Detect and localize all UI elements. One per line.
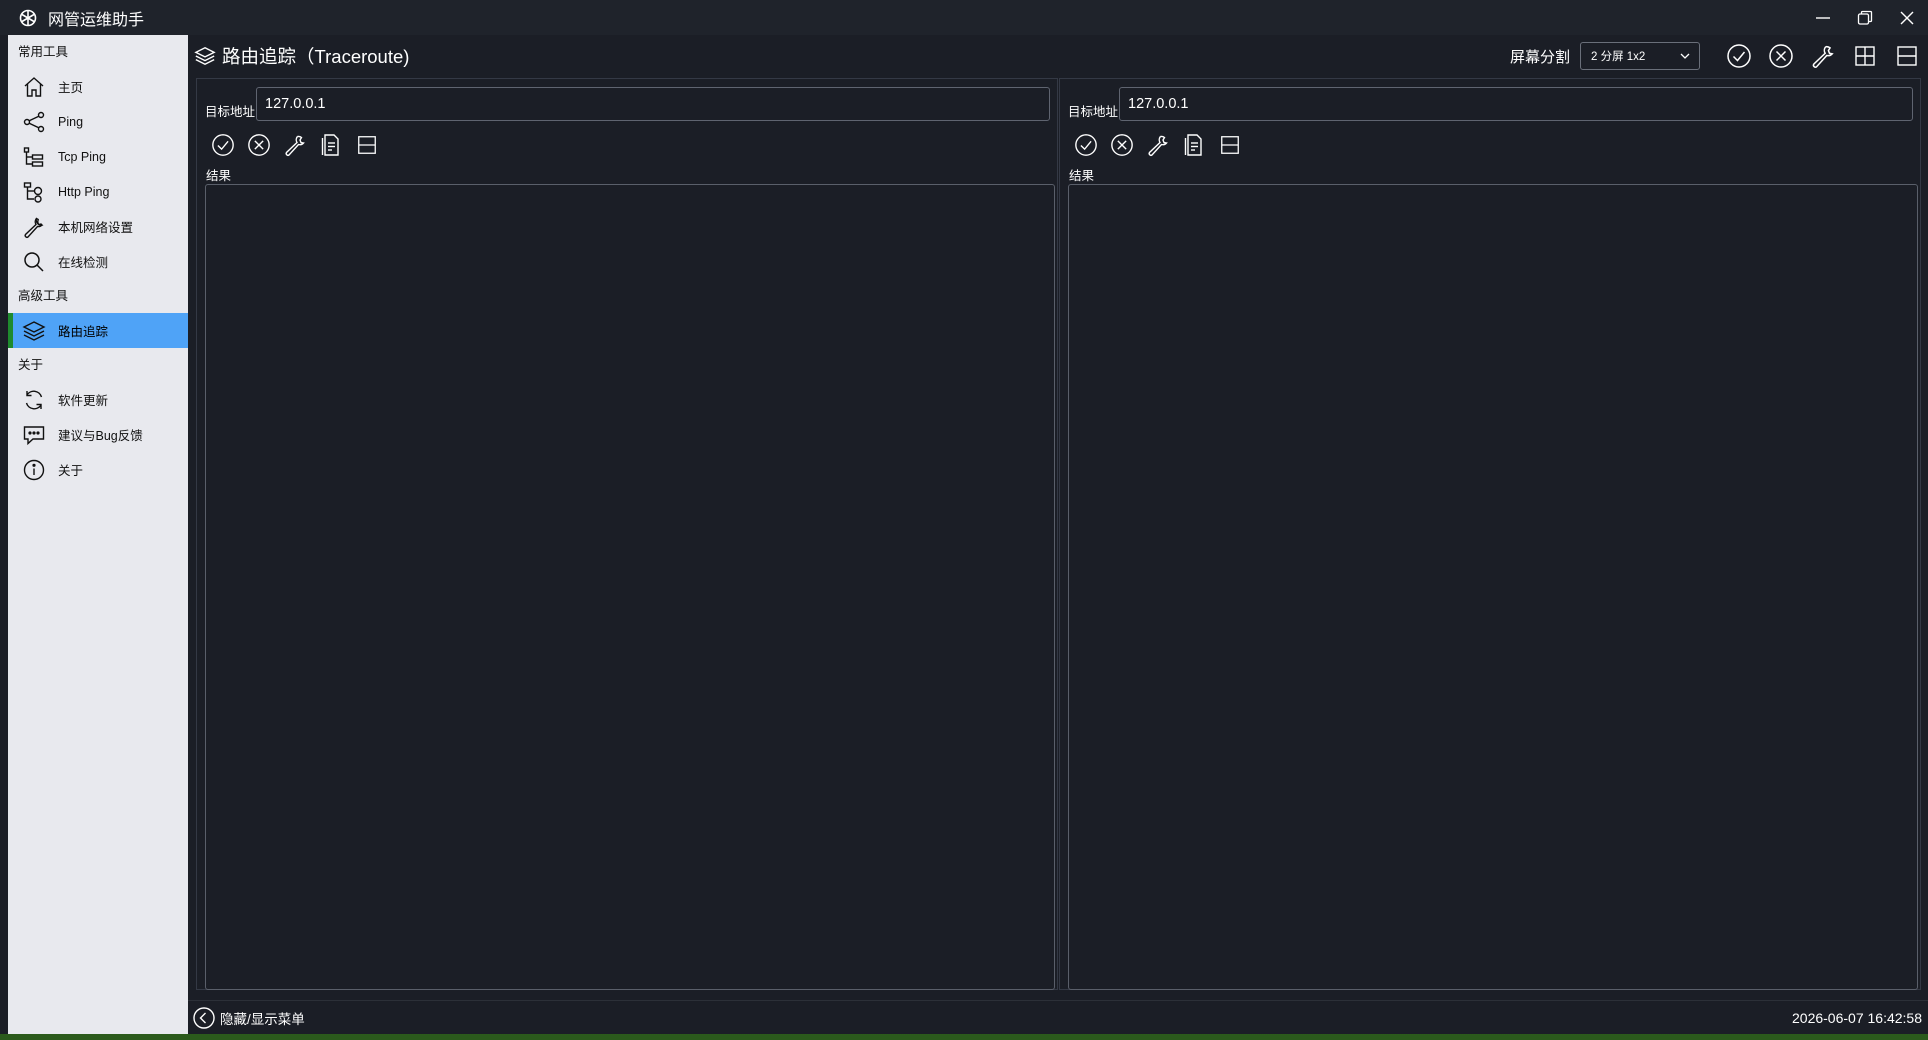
sidebar-item-online-check[interactable]: 在线检测 (8, 244, 188, 279)
start-all-button[interactable] (1718, 35, 1760, 77)
cancel-circle-icon (1110, 133, 1134, 157)
layers-icon (194, 45, 216, 67)
comment-icon (22, 423, 46, 447)
start-button[interactable] (1068, 129, 1104, 161)
info-icon (22, 458, 46, 482)
sidebar-item-network-settings[interactable]: 本机网络设置 (8, 209, 188, 244)
restore-icon (1857, 10, 1873, 26)
copy-result-button[interactable] (1176, 129, 1212, 161)
main-content: 路由追踪（Traceroute) 屏幕分割 2 分屏 1x2 目标地址 127.… (188, 35, 1928, 1034)
close-icon (1899, 10, 1915, 26)
stop-all-button[interactable] (1760, 35, 1802, 77)
clear-result-button[interactable] (349, 129, 385, 161)
sidebar: 常用工具 主页 Ping Tcp Ping Http Ping 本机网络设置 在… (8, 35, 188, 1034)
sidebar-item-label: 路由追踪 (58, 325, 109, 339)
stop-button[interactable] (241, 129, 277, 161)
minimize-icon (1815, 10, 1831, 26)
sidebar-group-title: 常用工具 (18, 45, 69, 59)
traceroute-pane: 目标地址 127.0.0.1 结果 (196, 78, 1058, 990)
sidebar-item-label: 关于 (58, 464, 84, 478)
page-header: 路由追踪（Traceroute) 屏幕分割 2 分屏 1x2 (188, 35, 1928, 77)
wrench-icon (1146, 133, 1170, 157)
sidebar-group-title: 关于 (18, 358, 44, 372)
home-icon (22, 75, 46, 99)
target-label: 目标地址 (1068, 105, 1119, 119)
target-address-input[interactable]: 127.0.0.1 (1119, 87, 1913, 121)
sidebar-item-label: Tcp Ping (58, 149, 106, 164)
app-title: 网管运维助手 (48, 11, 145, 29)
split-layout-button[interactable] (1886, 35, 1928, 77)
check-circle-icon (1726, 43, 1752, 69)
page-title: 路由追踪（Traceroute) (222, 46, 410, 67)
split-select-value: 2 分屏 1x2 (1591, 51, 1646, 63)
check-circle-icon (1074, 133, 1098, 157)
wrench-icon (283, 133, 307, 157)
sidebar-item-traceroute[interactable]: 路由追踪 (8, 313, 188, 348)
close-button[interactable] (1886, 0, 1928, 35)
minimize-button[interactable] (1802, 0, 1844, 35)
sidebar-group-title: 高级工具 (18, 289, 69, 303)
sidebar-item-home[interactable]: 主页 (8, 69, 188, 104)
settings-button[interactable] (1802, 35, 1844, 77)
split-horizontal-icon (1219, 134, 1241, 156)
start-button[interactable] (205, 129, 241, 161)
copy-result-button[interactable] (313, 129, 349, 161)
chevron-down-icon (1679, 50, 1691, 62)
split-horizontal-icon (356, 134, 378, 156)
document-icon (1183, 133, 1205, 157)
sidebar-item-feedback[interactable]: 建议与Bug反馈 (8, 417, 188, 452)
refresh-icon (22, 388, 46, 412)
sidebar-item-label: Http Ping (58, 184, 110, 199)
split-label: 屏幕分割 (1509, 48, 1570, 66)
toggle-menu-button[interactable]: 隐藏/显示菜单 (220, 1008, 305, 1028)
wrench-icon (22, 215, 46, 239)
sidebar-item-ping[interactable]: Ping (8, 104, 188, 139)
sidebar-item-tcp-ping[interactable]: Tcp Ping (8, 139, 188, 174)
grid-layout-button[interactable] (1844, 35, 1886, 77)
split-select[interactable]: 2 分屏 1x2 (1580, 42, 1700, 70)
split-horizontal-icon (1895, 44, 1919, 68)
sidebar-item-label: 软件更新 (58, 394, 109, 408)
grid-icon (1853, 44, 1877, 68)
sidebar-item-http-ping[interactable]: Http Ping (8, 174, 188, 209)
clock: 2026-06-07 16:42:58 (1792, 1009, 1922, 1026)
search-icon (22, 250, 46, 274)
target-label: 目标地址 (205, 105, 256, 119)
sidebar-item-software-update[interactable]: 软件更新 (8, 382, 188, 417)
sidebar-item-label: 本机网络设置 (58, 221, 134, 235)
app-window: 网管运维助手 常用工具 主页 Ping Tcp Ping Http Ping 本… (0, 0, 1928, 1034)
traceroute-pane: 目标地址 127.0.0.1 结果 (1059, 78, 1921, 990)
tree-branch-icon (22, 180, 46, 204)
settings-button[interactable] (1140, 129, 1176, 161)
stop-button[interactable] (1104, 129, 1140, 161)
pane-toolbar (1068, 129, 1248, 161)
title-bar: 网管运维助手 (0, 0, 1928, 35)
result-label: 结果 (206, 169, 232, 183)
result-output[interactable] (205, 184, 1055, 990)
share-icon (22, 110, 46, 134)
snowflake-icon (18, 8, 38, 28)
document-icon (320, 133, 342, 157)
clear-result-button[interactable] (1212, 129, 1248, 161)
sidebar-item-label: 主页 (58, 81, 84, 95)
status-bar: 隐藏/显示菜单 2026-06-07 16:42:58 (188, 1000, 1928, 1034)
layers-icon (22, 319, 46, 343)
sidebar-item-label: Ping (58, 114, 84, 129)
sidebar-item-about[interactable]: 关于 (8, 452, 188, 487)
target-address-input[interactable]: 127.0.0.1 (256, 87, 1050, 121)
chevron-left-circle-icon[interactable] (192, 1006, 216, 1030)
sidebar-item-label: 在线检测 (58, 256, 109, 270)
check-circle-icon (211, 133, 235, 157)
result-label: 结果 (1069, 169, 1095, 183)
pane-toolbar (205, 129, 385, 161)
tree-icon (22, 145, 46, 169)
wrench-icon (1810, 43, 1836, 69)
sidebar-item-label: 建议与Bug反馈 (58, 429, 143, 443)
restore-button[interactable] (1844, 0, 1886, 35)
result-output[interactable] (1068, 184, 1918, 990)
settings-button[interactable] (277, 129, 313, 161)
cancel-circle-icon (247, 133, 271, 157)
cancel-circle-icon (1768, 43, 1794, 69)
